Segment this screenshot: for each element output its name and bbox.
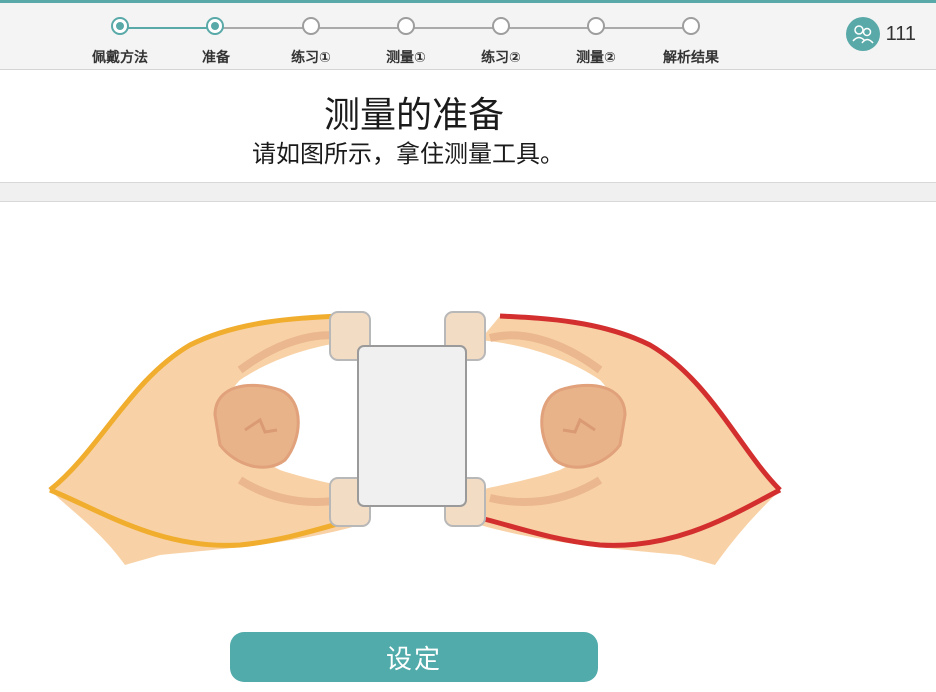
page-header: 测量的准备 请如图所示，拿住测量工具。 [0, 70, 936, 182]
step-dot-3 [302, 17, 320, 35]
set-button[interactable]: 设定 [230, 632, 598, 682]
step-label-prepare: 准备 [202, 50, 230, 66]
step-connector [120, 27, 216, 29]
step-dot-5 [492, 17, 510, 35]
step-label-wearing: 佩戴方法 [92, 50, 148, 66]
user-avatar-icon [845, 17, 880, 51]
top-bar: 佩戴方法 准备 练习① 测量① 练习② 测量② 解析结果 111 [0, 0, 936, 70]
step-label-results: 解析结果 [663, 50, 719, 66]
measuring-tool [357, 345, 467, 507]
page-title: 测量的准备 [323, 95, 504, 136]
user-id: 111 [885, 22, 916, 45]
progress-steps: 佩戴方法 准备 练习① 测量① 练习② 测量② 解析结果 [0, 3, 936, 73]
step-label-measure-2: 测量② [576, 50, 616, 66]
step-dot-2 [206, 17, 224, 35]
right-hand [479, 313, 782, 565]
user-info: 111 [845, 17, 916, 51]
page-subtitle: 请如图所示，拿住测量工具。 [252, 140, 564, 168]
step-connector [216, 27, 691, 29]
hands-holding-tool-illustration [48, 311, 782, 565]
step-dot-4 [397, 17, 415, 35]
step-dot-1 [111, 17, 129, 35]
divider-band [0, 182, 936, 202]
step-label-measure-1: 测量① [386, 50, 426, 66]
step-label-practice-2: 练习② [481, 50, 521, 66]
step-dot-6 [587, 17, 605, 35]
step-dot-7 [682, 17, 700, 35]
left-hand [48, 313, 361, 565]
step-label-practice-1: 练习① [291, 50, 331, 66]
